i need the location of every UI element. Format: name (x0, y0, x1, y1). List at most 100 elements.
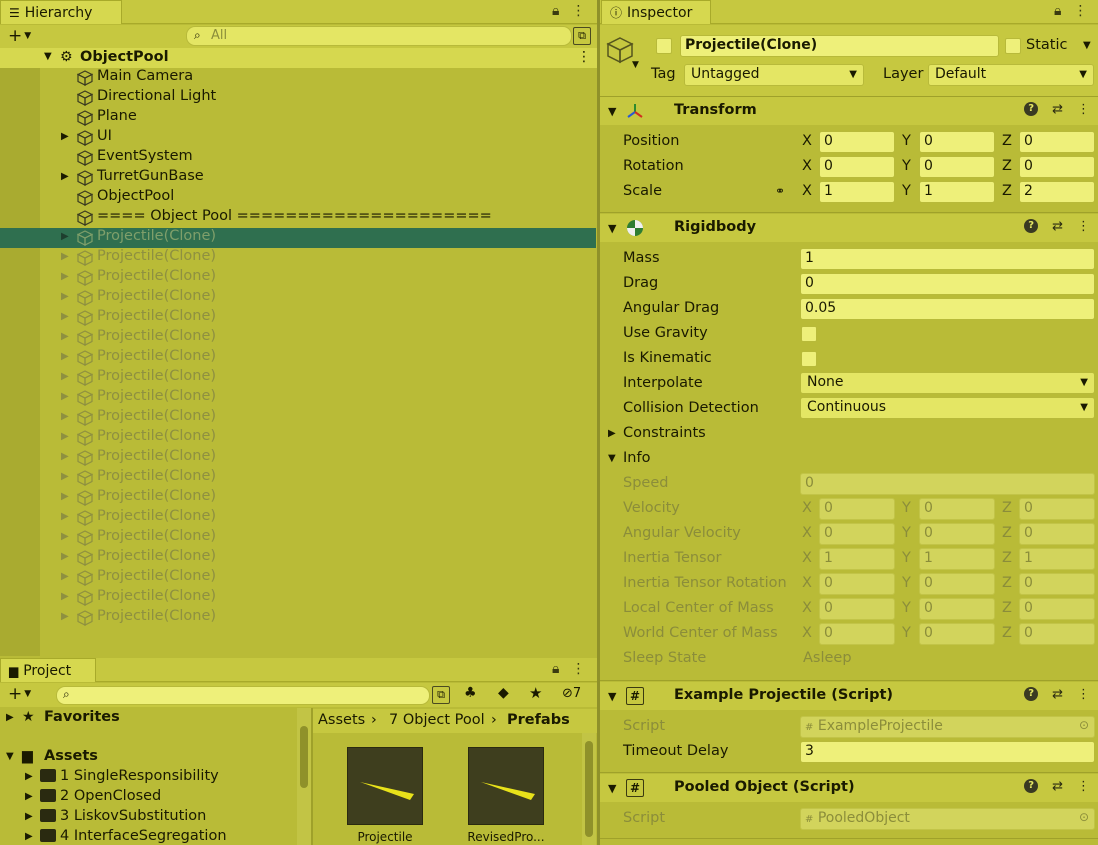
favorites-row[interactable]: ▶ ★ Favorites (0, 709, 296, 729)
expand-arrow-icon[interactable]: ▶ (25, 791, 33, 802)
collapse-arrow-icon[interactable]: ▼ (44, 51, 52, 62)
more-menu-icon[interactable]: ⋮ (1077, 779, 1090, 794)
use-gravity-checkbox[interactable] (801, 326, 817, 342)
expand-arrow-icon[interactable]: ▶ (61, 251, 69, 262)
hierarchy-item[interactable]: ▶ TurretGunBase (0, 168, 596, 188)
inspector-tab[interactable]: ⓘ Inspector (601, 0, 711, 24)
prefab-tile[interactable]: RevisedPro... (461, 747, 551, 845)
hierarchy-item[interactable]: ▶ Projectile(Clone) (0, 388, 596, 408)
constrain-proportions-icon[interactable]: ⚭ (775, 184, 785, 198)
project-search-input[interactable]: ⌕ (56, 686, 430, 705)
object-picker-icon[interactable]: ⊙ (1079, 810, 1089, 824)
hierarchy-tab[interactable]: ☰ Hierarchy (0, 0, 122, 24)
preset-icon[interactable]: ⇄ (1052, 687, 1063, 702)
hierarchy-item[interactable]: ▶ Projectile(Clone) (0, 608, 596, 628)
active-checkbox[interactable] (656, 38, 672, 54)
project-create-button[interactable]: + ▼ (8, 684, 31, 704)
project-folder-row[interactable]: ▶ 1 SingleResponsibility (0, 768, 296, 788)
hierarchy-item[interactable]: ▶ Projectile(Clone) (0, 488, 596, 508)
expand-arrow-icon[interactable]: ▶ (61, 611, 69, 622)
object-picker-icon[interactable]: ⊙ (1079, 718, 1089, 732)
collapse-arrow-icon[interactable]: ▼ (608, 690, 616, 703)
expand-arrow-icon[interactable]: ▶ (61, 231, 69, 242)
collapse-arrow-icon[interactable]: ▼ (608, 782, 616, 795)
scene-visibility-icon[interactable]: ⧉ (573, 27, 591, 45)
more-menu-icon[interactable]: ⋮ (571, 3, 585, 19)
project-folder-row[interactable]: ▶ 2 OpenClosed (0, 788, 296, 808)
expand-arrow-icon[interactable]: ▶ (61, 331, 69, 342)
collapse-arrow-icon[interactable]: ▼ (608, 105, 616, 118)
hierarchy-item[interactable]: ▶ Projectile(Clone) (0, 508, 596, 528)
expand-arrow-icon[interactable]: ▶ (61, 171, 69, 182)
collapse-arrow-icon[interactable]: ▼ (6, 751, 14, 762)
expand-arrow-icon[interactable]: ▶ (61, 271, 69, 282)
expand-arrow-icon[interactable]: ▶ (25, 831, 33, 842)
scrollbar-thumb[interactable] (300, 726, 308, 788)
lock-icon[interactable]: 🔒︎ (552, 3, 559, 19)
z-field[interactable]: 0 (1019, 131, 1095, 153)
more-menu-icon[interactable]: ⋮ (1077, 102, 1090, 117)
angular-drag-field[interactable]: 0.05 (800, 298, 1095, 320)
is-kinematic-checkbox[interactable] (801, 351, 817, 367)
hierarchy-item[interactable]: ▶ Projectile(Clone) (0, 428, 596, 448)
expand-arrow-icon[interactable]: ▶ (61, 311, 69, 322)
hierarchy-item[interactable]: ▶ Projectile(Clone) (0, 328, 596, 348)
hierarchy-item[interactable]: Main Camera (0, 68, 596, 88)
project-right-scrollbar[interactable] (582, 733, 596, 845)
help-icon[interactable]: ? (1024, 687, 1039, 701)
y-field[interactable]: 0 (919, 131, 995, 153)
hierarchy-item[interactable]: ▶ Projectile(Clone) (0, 408, 596, 428)
constraints-foldout[interactable]: Constraints (623, 425, 706, 441)
static-dropdown-icon[interactable]: ▼ (1083, 40, 1091, 51)
icon-dropdown-arrow-icon[interactable]: ▼ (632, 60, 639, 70)
preset-icon[interactable]: ⇄ (1052, 219, 1063, 234)
breadcrumb-folder[interactable]: 7 Object Pool (389, 712, 485, 728)
pooled-object-header[interactable]: ▼ # Pooled Object (Script) ? ⇄ ⋮ (600, 774, 1098, 802)
expand-arrow-icon[interactable]: ▶ (61, 411, 69, 422)
filter-by-label-icon[interactable]: ◆ (498, 685, 509, 701)
z-field[interactable]: 0 (1019, 156, 1095, 178)
filter-by-type-icon[interactable]: ♣ (464, 685, 477, 701)
hierarchy-item[interactable]: Directional Light (0, 88, 596, 108)
expand-arrow-icon[interactable]: ▶ (61, 531, 69, 542)
scene-root-row[interactable]: ▼ ⚙ ObjectPool ⋮ (0, 48, 597, 68)
help-icon[interactable]: ? (1024, 102, 1039, 116)
expand-arrow-icon[interactable]: ▶ (61, 491, 69, 502)
x-field[interactable]: 1 (819, 181, 895, 203)
expand-arrow-icon[interactable]: ▶ (61, 291, 69, 302)
drag-field[interactable]: 0 (800, 273, 1095, 295)
hierarchy-item[interactable]: ▶ Projectile(Clone) (0, 568, 596, 588)
expand-arrow-icon[interactable]: ▶ (25, 811, 33, 822)
lock-icon[interactable]: 🔒︎ (552, 661, 559, 677)
timeout-delay-field[interactable]: 3 (800, 741, 1095, 763)
favorite-star-icon[interactable]: ★ (529, 684, 542, 702)
expand-arrow-icon[interactable]: ▶ (61, 451, 69, 462)
hierarchy-item[interactable]: ▶ Projectile(Clone) (0, 588, 596, 608)
hierarchy-item[interactable]: ▶ Projectile(Clone) (0, 468, 596, 488)
hierarchy-item[interactable]: ▶ Projectile(Clone) (0, 548, 596, 568)
lock-icon[interactable]: 🔒︎ (1054, 3, 1061, 19)
info-foldout[interactable]: Info (623, 450, 650, 466)
collapse-arrow-icon[interactable]: ▼ (608, 222, 616, 235)
example-projectile-header[interactable]: ▼ # Example Projectile (Script) ? ⇄ ⋮ (600, 682, 1098, 710)
expand-arrow-icon[interactable]: ▶ (6, 712, 14, 723)
expand-arrow-icon[interactable]: ▶ (61, 471, 69, 482)
expand-arrow-icon[interactable]: ▶ (61, 351, 69, 362)
more-menu-icon[interactable]: ⋮ (1077, 219, 1090, 234)
scene-menu-icon[interactable]: ⋮ (577, 49, 591, 65)
expand-arrow-icon[interactable]: ▶ (61, 431, 69, 442)
breadcrumb-assets[interactable]: Assets (318, 712, 365, 728)
x-field[interactable]: 0 (819, 131, 895, 153)
hierarchy-item[interactable]: ▶ Projectile(Clone) (0, 448, 596, 468)
hierarchy-item[interactable]: ▶ Projectile(Clone) (0, 268, 596, 288)
y-field[interactable]: 1 (919, 181, 995, 203)
hierarchy-search-input[interactable]: ⌕ All (186, 26, 572, 46)
tag-dropdown[interactable]: Untagged ▼ (684, 64, 864, 86)
collapse-arrow-icon[interactable]: ▼ (608, 453, 616, 464)
static-checkbox[interactable] (1005, 38, 1021, 54)
breadcrumb-current[interactable]: Prefabs (507, 712, 570, 728)
more-menu-icon[interactable]: ⋮ (1073, 3, 1087, 19)
hierarchy-item-selected[interactable]: ▶ Projectile(Clone) (0, 228, 596, 248)
project-left-scrollbar[interactable] (297, 708, 311, 845)
hidden-packages-toggle[interactable]: ⊘7 (562, 686, 581, 701)
